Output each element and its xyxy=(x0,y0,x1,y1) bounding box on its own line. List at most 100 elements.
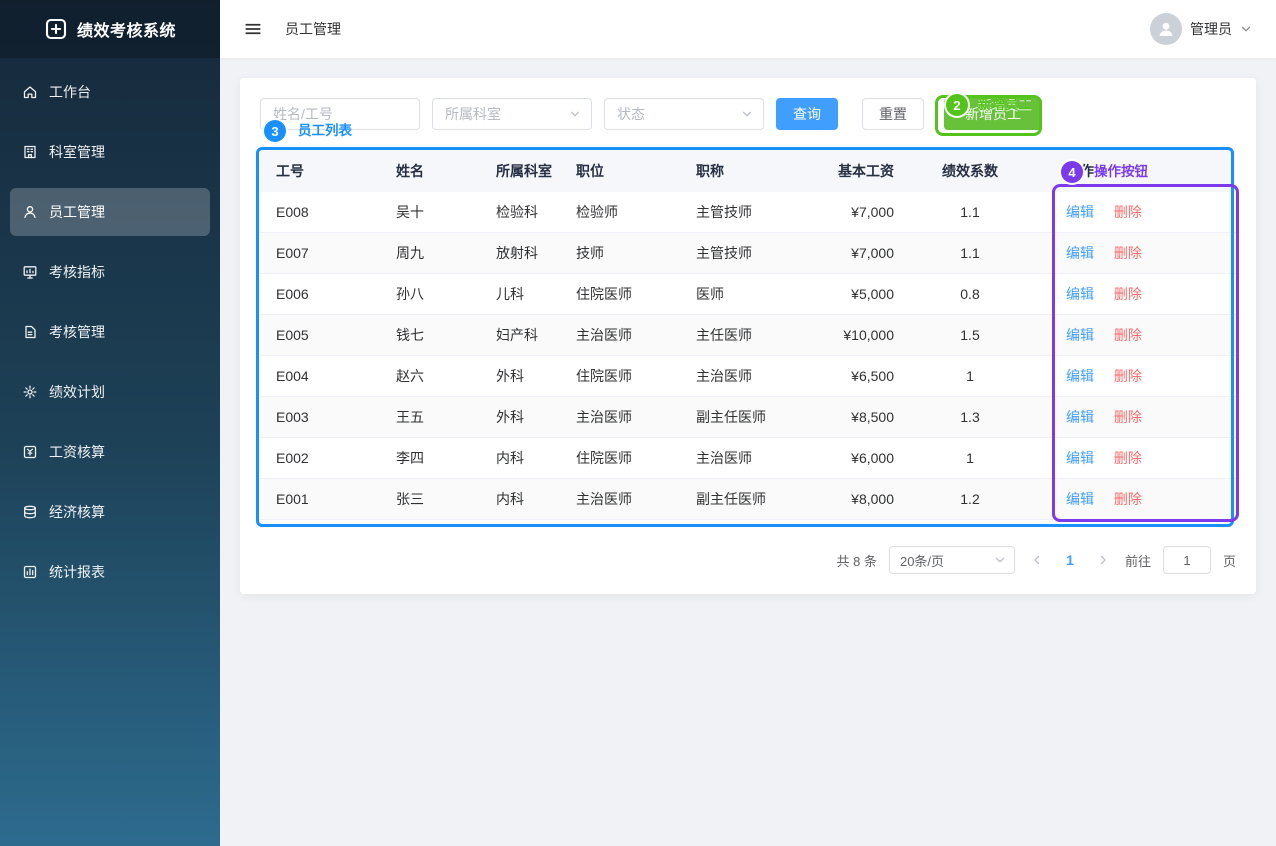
cell-title: 主任医师 xyxy=(680,315,790,355)
cell-department: 外科 xyxy=(480,397,560,437)
cell-name: 张三 xyxy=(380,479,480,519)
cell-employee-id: E008 xyxy=(260,192,380,232)
edit-link[interactable]: 编辑 xyxy=(1066,204,1094,220)
sidebar-item-employees[interactable]: 员工管理 xyxy=(10,188,210,236)
goto-label: 前往 xyxy=(1125,551,1151,570)
delete-link[interactable]: 删除 xyxy=(1114,245,1142,261)
cell-department: 检验科 xyxy=(480,192,560,232)
cell-employee-id: E005 xyxy=(260,315,380,355)
cell-operations: 编辑 删除 xyxy=(1030,397,1236,437)
chevron-down-icon xyxy=(569,108,581,120)
delete-link[interactable]: 删除 xyxy=(1114,286,1142,302)
cell-operations: 编辑 删除 xyxy=(1030,356,1236,396)
cell-salary: ¥6,000 xyxy=(790,438,910,478)
delete-link[interactable]: 删除 xyxy=(1114,409,1142,425)
cell-operations: 编辑 删除 xyxy=(1030,192,1236,232)
current-page[interactable]: 1 xyxy=(1059,552,1081,568)
cell-salary: ¥7,000 xyxy=(790,192,910,232)
delete-link[interactable]: 删除 xyxy=(1114,491,1142,507)
cell-position: 主治医师 xyxy=(560,397,680,437)
app-title: 绩效考核系统 xyxy=(77,17,176,41)
main-content: 所属科室 状态 查询 重置 新增员工 工号姓名所属科室职位职称基本工资绩效系数操… xyxy=(220,58,1276,846)
delete-link[interactable]: 删除 xyxy=(1114,204,1142,220)
topbar: 员工管理 管理员 xyxy=(220,0,1276,58)
page-size-select[interactable]: 20条/页 xyxy=(889,546,1015,574)
cell-salary: ¥8,000 xyxy=(790,479,910,519)
department-select[interactable]: 所属科室 xyxy=(432,98,592,130)
sidebar-item-departments[interactable]: 科室管理 xyxy=(10,128,210,176)
breadcrumb: 员工管理 xyxy=(285,19,341,39)
chevron-down-icon xyxy=(741,108,753,120)
sidebar-item-reports[interactable]: 统计报表 xyxy=(10,548,210,596)
search-button[interactable]: 查询 xyxy=(776,98,838,130)
cell-coefficient: 0.8 xyxy=(910,274,1030,314)
edit-link[interactable]: 编辑 xyxy=(1066,286,1094,302)
indicator-icon xyxy=(22,264,38,280)
employee-icon xyxy=(22,204,38,220)
edit-link[interactable]: 编辑 xyxy=(1066,409,1094,425)
plan-icon xyxy=(22,384,38,400)
column-header: 绩效系数 xyxy=(910,150,1030,192)
assessment-icon xyxy=(22,324,38,340)
user-menu[interactable]: 管理员 xyxy=(1150,13,1252,45)
sidebar-item-assessments[interactable]: 考核管理 xyxy=(10,308,210,356)
cell-department: 妇产科 xyxy=(480,315,560,355)
column-header: 职称 xyxy=(680,150,790,192)
cell-employee-id: E007 xyxy=(260,233,380,273)
cell-position: 主治医师 xyxy=(560,315,680,355)
edit-link[interactable]: 编辑 xyxy=(1066,368,1094,384)
cell-coefficient: 1 xyxy=(910,356,1030,396)
sidebar-item-indicators[interactable]: 考核指标 xyxy=(10,248,210,296)
reset-button[interactable]: 重置 xyxy=(862,98,924,130)
column-header: 操作 xyxy=(1030,150,1236,192)
cell-salary: ¥8,500 xyxy=(790,397,910,437)
cell-operations: 编辑 删除 xyxy=(1030,233,1236,273)
sidebar-item-plans[interactable]: 绩效计划 xyxy=(10,368,210,416)
menu-toggle-icon[interactable] xyxy=(244,20,262,38)
sidebar-item-economy[interactable]: 经济核算 xyxy=(10,488,210,536)
edit-link[interactable]: 编辑 xyxy=(1066,327,1094,343)
cell-salary: ¥5,000 xyxy=(790,274,910,314)
cell-coefficient: 1.5 xyxy=(910,315,1030,355)
sidebar-item-dashboard[interactable]: 工作台 xyxy=(10,68,210,116)
prev-page-button[interactable] xyxy=(1027,554,1047,566)
goto-page-input[interactable] xyxy=(1163,546,1211,574)
cell-operations: 编辑 删除 xyxy=(1030,438,1236,478)
add-employee-button[interactable]: 新增员工 xyxy=(944,98,1042,130)
app-logo: 绩效考核系统 xyxy=(0,0,220,58)
edit-link[interactable]: 编辑 xyxy=(1066,450,1094,466)
delete-link[interactable]: 删除 xyxy=(1114,368,1142,384)
delete-link[interactable]: 删除 xyxy=(1114,327,1142,343)
cell-position: 技师 xyxy=(560,233,680,273)
edit-link[interactable]: 编辑 xyxy=(1066,245,1094,261)
cell-name: 孙八 xyxy=(380,274,480,314)
cell-department: 外科 xyxy=(480,356,560,396)
column-header: 姓名 xyxy=(380,150,480,192)
cell-name: 钱七 xyxy=(380,315,480,355)
delete-link[interactable]: 删除 xyxy=(1114,450,1142,466)
table-row: E005 钱七 妇产科 主治医师 主任医师 ¥10,000 1.5 编辑 删除 xyxy=(260,315,1236,356)
chevron-down-icon xyxy=(1240,23,1252,35)
sidebar-item-salary[interactable]: 工资核算 xyxy=(10,428,210,476)
cell-coefficient: 1 xyxy=(910,438,1030,478)
next-page-button[interactable] xyxy=(1093,554,1113,566)
cell-salary: ¥7,000 xyxy=(790,233,910,273)
cell-department: 儿科 xyxy=(480,274,560,314)
edit-link[interactable]: 编辑 xyxy=(1066,491,1094,507)
search-input[interactable] xyxy=(260,98,420,130)
home-icon xyxy=(22,84,38,100)
page-size-value: 20条/页 xyxy=(900,551,944,570)
cell-department: 内科 xyxy=(480,479,560,519)
cell-name: 王五 xyxy=(380,397,480,437)
report-icon xyxy=(22,564,38,580)
cell-employee-id: E003 xyxy=(260,397,380,437)
table-row: E003 王五 外科 主治医师 副主任医师 ¥8,500 1.3 编辑 删除 xyxy=(260,397,1236,438)
page-unit-label: 页 xyxy=(1223,551,1236,570)
department-icon xyxy=(22,144,38,160)
cell-salary: ¥10,000 xyxy=(790,315,910,355)
status-select[interactable]: 状态 xyxy=(604,98,764,130)
chevron-down-icon xyxy=(994,554,1006,566)
table-body: E008 吴十 检验科 检验师 主管技师 ¥7,000 1.1 编辑 删除 E0… xyxy=(260,192,1236,520)
cell-name: 吴十 xyxy=(380,192,480,232)
username: 管理员 xyxy=(1190,19,1232,39)
